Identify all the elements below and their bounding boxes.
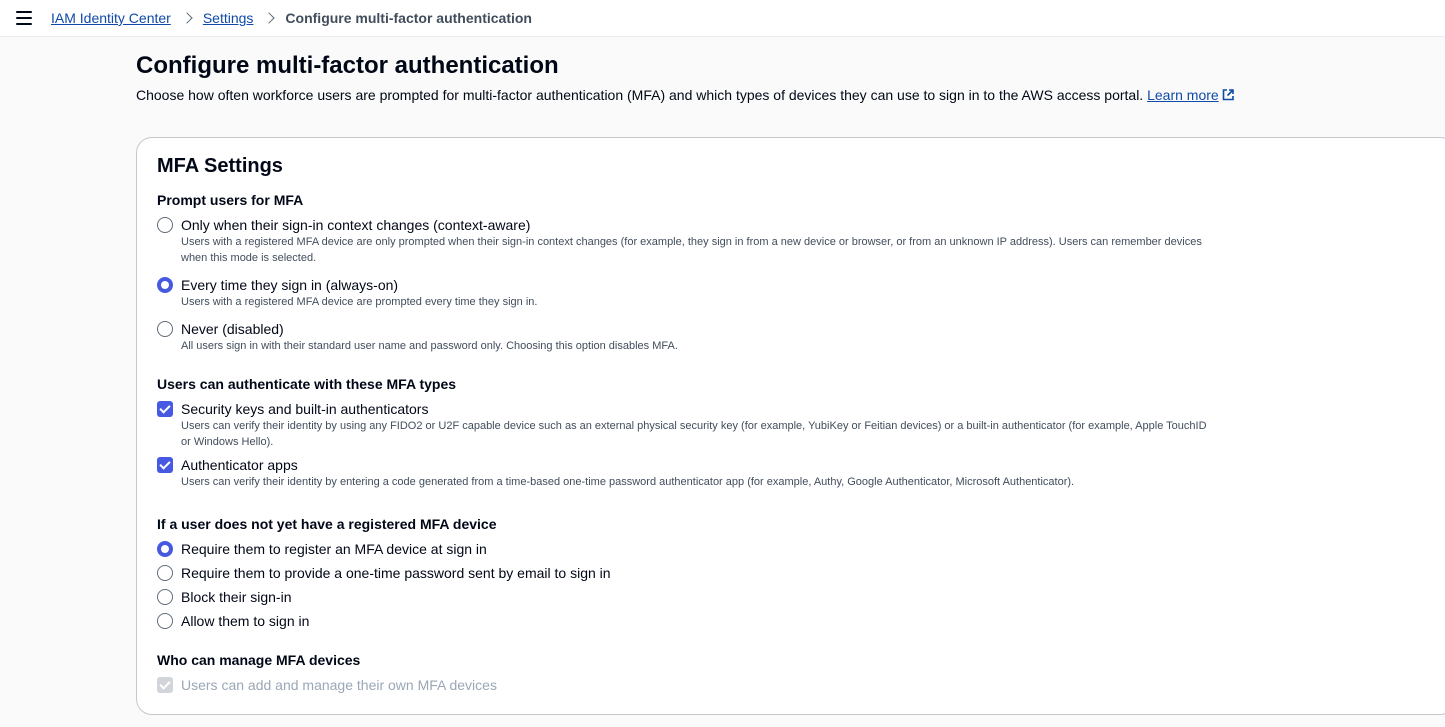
- prompt-option-context-aware[interactable]: Only when their sign-in context changes …: [157, 216, 1211, 266]
- option-label: Security keys and built-in authenticator…: [181, 401, 429, 417]
- no-device-option-allow[interactable]: Allow them to sign in: [157, 612, 309, 630]
- no-device-option-register[interactable]: Require them to register an MFA device a…: [157, 540, 487, 558]
- checkbox-security-keys[interactable]: [157, 401, 173, 417]
- external-link-icon: [1222, 89, 1234, 101]
- no-device-option-block[interactable]: Block their sign-in: [157, 588, 292, 606]
- option-label: Require them to provide a one-time passw…: [181, 565, 611, 581]
- radio-email-otp[interactable]: [157, 565, 173, 581]
- breadcrumb-settings[interactable]: Settings: [203, 10, 254, 26]
- checkbox-self-manage-disabled: [157, 677, 173, 693]
- chevron-right-icon: [181, 12, 193, 24]
- option-description: All users sign in with their standard us…: [181, 340, 678, 352]
- checkbox-authenticator-apps[interactable]: [157, 457, 173, 473]
- option-label: Never (disabled): [181, 321, 284, 337]
- radio-register-device[interactable]: [157, 541, 173, 557]
- type-option-security-keys[interactable]: Security keys and built-in authenticator…: [157, 400, 1211, 450]
- prompt-section-label: Prompt users for MFA: [157, 192, 304, 208]
- option-description: Users can verify their identity by using…: [181, 420, 1207, 448]
- mfa-settings-card: MFA Settings Prompt users for MFA Only w…: [136, 137, 1445, 715]
- option-description: Users with a registered MFA device are p…: [181, 296, 538, 308]
- option-label: Authenticator apps: [181, 457, 298, 473]
- option-label: Allow them to sign in: [181, 613, 310, 629]
- radio-never[interactable]: [157, 321, 173, 337]
- breadcrumb: IAM Identity Center Settings Configure m…: [51, 10, 532, 26]
- radio-allow-sign-in[interactable]: [157, 613, 173, 629]
- option-label: Only when their sign-in context changes …: [181, 217, 531, 233]
- prompt-option-always-on[interactable]: Every time they sign in (always-on) User…: [157, 276, 1211, 310]
- menu-icon[interactable]: [16, 11, 32, 25]
- no-device-section-label: If a user does not yet have a registered…: [157, 516, 497, 532]
- manage-option-self-service: Users can add and manage their own MFA d…: [157, 676, 497, 694]
- option-description: Users with a registered MFA device are o…: [181, 236, 1202, 264]
- option-label: Every time they sign in (always-on): [181, 277, 399, 293]
- option-label: Block their sign-in: [181, 589, 292, 605]
- learn-more-label: Learn more: [1147, 87, 1219, 103]
- option-label: Require them to register an MFA device a…: [181, 541, 487, 557]
- breadcrumb-iam-identity-center[interactable]: IAM Identity Center: [51, 10, 171, 26]
- prompt-option-never[interactable]: Never (disabled) All users sign in with …: [157, 320, 1211, 354]
- top-bar: IAM Identity Center Settings Configure m…: [0, 0, 1445, 37]
- main-content: Configure multi-factor authentication Ch…: [0, 37, 1445, 727]
- page-title: Configure multi-factor authentication: [136, 52, 559, 79]
- chevron-right-icon: [263, 12, 276, 24]
- page-description: Choose how often workforce users are pro…: [136, 87, 1234, 103]
- mfa-types-section-label: Users can authenticate with these MFA ty…: [157, 376, 457, 392]
- option-description: Users can verify their identity by enter…: [181, 476, 1075, 488]
- type-option-authenticator-apps[interactable]: Authenticator apps Users can verify thei…: [157, 456, 1241, 490]
- card-title: MFA Settings: [157, 155, 283, 177]
- no-device-option-email-otp[interactable]: Require them to provide a one-time passw…: [157, 564, 611, 582]
- page-description-text: Choose how often workforce users are pro…: [136, 87, 1144, 103]
- manage-section-label: Who can manage MFA devices: [157, 652, 361, 668]
- breadcrumb-current: Configure multi-factor authentication: [285, 10, 532, 26]
- radio-block-sign-in[interactable]: [157, 589, 173, 605]
- learn-more-link[interactable]: Learn more: [1147, 87, 1234, 103]
- option-label: Users can add and manage their own MFA d…: [181, 677, 497, 693]
- radio-context-aware[interactable]: [157, 217, 173, 233]
- radio-always-on[interactable]: [157, 277, 173, 293]
